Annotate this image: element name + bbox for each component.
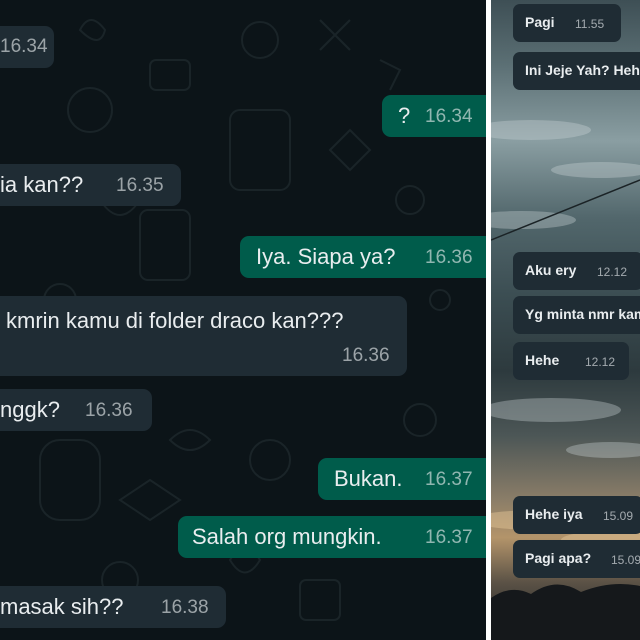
left-chat-panel: 16.34 ? 16.34 ia kan?? 16.35 Iya. Siapa … [0, 0, 486, 640]
message-bubble-incoming[interactable]: kmrin kamu di folder draco kan??? 16.36 [0, 296, 407, 376]
message-text: Hehe [525, 352, 560, 368]
message-time: 16.34 [0, 36, 48, 57]
message-bubble-incoming[interactable]: masak sih?? 16.38 [0, 586, 226, 628]
message-text: Bukan. [334, 466, 403, 491]
message-bubble-outgoing[interactable]: Bukan. 16.37 [318, 458, 486, 500]
message-time: 16.38 [161, 597, 209, 618]
message-text: ia kan?? [0, 172, 84, 197]
message-bubble-incoming[interactable]: Aku ery 12.12 [513, 252, 640, 290]
message-text: Salah org mungkin. [192, 524, 382, 549]
message-time: 16.37 [425, 527, 473, 548]
message-bubble-outgoing[interactable]: ? 16.34 [382, 95, 486, 137]
message-bubble-outgoing[interactable]: Iya. Siapa ya? 16.36 [240, 236, 486, 278]
message-text: nggk? [0, 397, 60, 422]
message-time: 15.09 [611, 553, 640, 567]
message-time: 11.55 [575, 17, 605, 31]
message-text: kmrin kamu di folder draco kan??? [6, 308, 344, 333]
message-bubble-incoming[interactable]: 16.34 [0, 26, 54, 68]
message-text: masak sih?? [0, 594, 124, 619]
message-bubble-incoming[interactable]: Yg minta nmr kamu [513, 296, 640, 334]
message-bubble-incoming[interactable]: nggk? 16.36 [0, 389, 152, 431]
message-text: Pagi [525, 14, 555, 30]
message-text: Ini Jeje Yah? Hehe [525, 62, 640, 78]
message-time: 16.37 [425, 469, 473, 490]
message-text: Aku ery [525, 262, 577, 278]
message-text: Yg minta nmr kamu [525, 306, 640, 322]
right-chat-panel: Pagi 11.55 Ini Jeje Yah? Hehe Aku ery 12… [491, 0, 640, 640]
message-time: 16.35 [116, 175, 164, 196]
message-bubble-incoming[interactable]: Pagi 11.55 [513, 4, 621, 42]
message-text: Iya. Siapa ya? [256, 244, 396, 269]
message-bubble-incoming[interactable]: ia kan?? 16.35 [0, 164, 181, 206]
message-bubble-incoming[interactable]: Pagi apa? 15.09 [513, 540, 640, 578]
message-text: ? [398, 103, 411, 128]
message-text: Pagi apa? [525, 550, 592, 566]
message-time: 16.36 [425, 247, 473, 268]
message-text: Hehe iya [525, 506, 583, 522]
message-bubble-incoming[interactable]: Ini Jeje Yah? Hehe [513, 52, 640, 90]
message-time: 15.09 [603, 509, 634, 523]
message-time: 16.36 [85, 400, 133, 421]
message-bubble-incoming[interactable]: Hehe 12.12 [513, 342, 629, 380]
message-time: 12.12 [585, 355, 616, 369]
message-bubble-incoming[interactable]: Hehe iya 15.09 [513, 496, 640, 534]
message-time: 16.34 [425, 106, 473, 127]
message-bubble-outgoing[interactable]: Salah org mungkin. 16.37 [178, 516, 486, 558]
message-time: 12.12 [597, 265, 628, 279]
message-time: 16.36 [342, 345, 390, 366]
